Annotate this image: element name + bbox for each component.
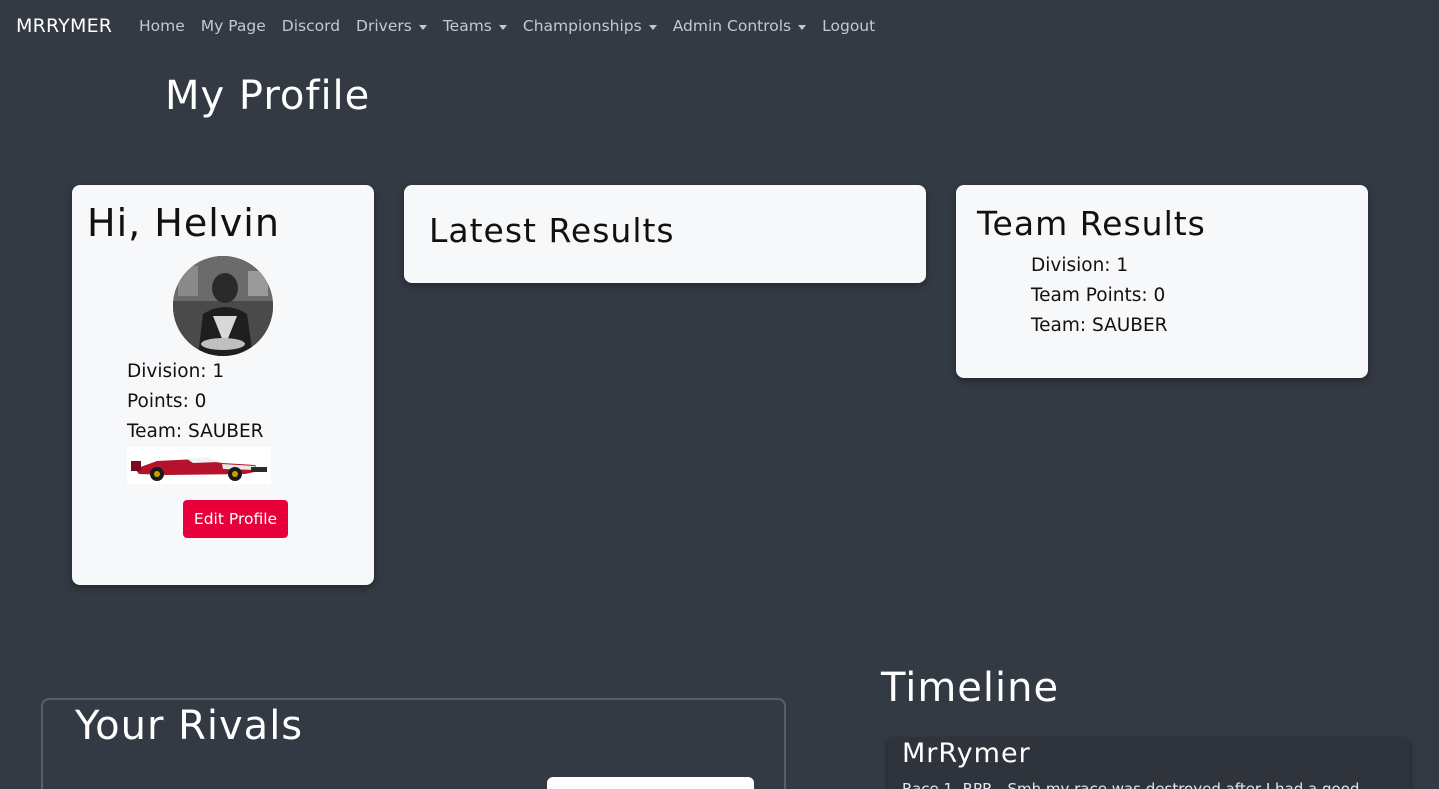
chevron-down-icon: [648, 24, 657, 30]
nav-item-admin-controls[interactable]: Admin Controls: [673, 17, 807, 35]
profile-greeting: Hi, Helvin: [87, 201, 280, 245]
avatar: [173, 256, 273, 356]
nav-item-my-page[interactable]: My Page: [201, 17, 266, 35]
profile-team: Team: SAUBER: [127, 421, 264, 442]
chevron-down-icon: [498, 24, 507, 30]
rivals-title: Your Rivals: [75, 703, 304, 749]
profile-card: Hi, Helvin Division: 1 Points: 0 Team: S…: [72, 185, 374, 585]
nav-item-logout[interactable]: Logout: [822, 17, 875, 35]
team-name: Team: SAUBER: [1031, 315, 1168, 336]
team-car-image: [127, 447, 271, 484]
chevron-down-icon: [798, 24, 807, 30]
latest-results-card: Latest Results: [404, 185, 926, 283]
timeline-title: Timeline: [881, 665, 1060, 711]
timeline-post-text: Race 1, RPR - Smh my race was destroyed …: [902, 780, 1360, 789]
chevron-down-icon: [418, 24, 427, 30]
profile-division: Division: 1: [127, 361, 225, 382]
team-points: Team Points: 0: [1031, 285, 1166, 306]
nav-item-home[interactable]: Home: [139, 17, 185, 35]
timeline-post-author: MrRymer: [902, 738, 1031, 769]
edit-profile-button[interactable]: Edit Profile: [183, 500, 288, 538]
rivals-section: Your Rivals: [41, 698, 786, 789]
nav-item-championships[interactable]: Championships: [523, 17, 657, 35]
rival-card: [547, 777, 754, 789]
team-results-title: Team Results: [977, 204, 1206, 243]
latest-results-title: Latest Results: [429, 211, 675, 250]
team-results-card: Team Results Division: 1 Team Points: 0 …: [956, 185, 1368, 378]
brand-logo[interactable]: MRRYMER: [16, 15, 112, 37]
nav-menu: Home My Page Discord Drivers Teams Champ…: [139, 17, 891, 35]
top-navbar: MRRYMER Home My Page Discord Drivers Tea…: [0, 0, 1439, 56]
team-division: Division: 1: [1031, 255, 1129, 276]
nav-item-discord[interactable]: Discord: [282, 17, 340, 35]
timeline-post: MrRymer Race 1, RPR - Smh my race was de…: [888, 738, 1410, 789]
nav-item-teams[interactable]: Teams: [443, 17, 507, 35]
page-title: My Profile: [165, 73, 371, 119]
profile-points: Points: 0: [127, 391, 207, 412]
nav-item-drivers[interactable]: Drivers: [356, 17, 427, 35]
